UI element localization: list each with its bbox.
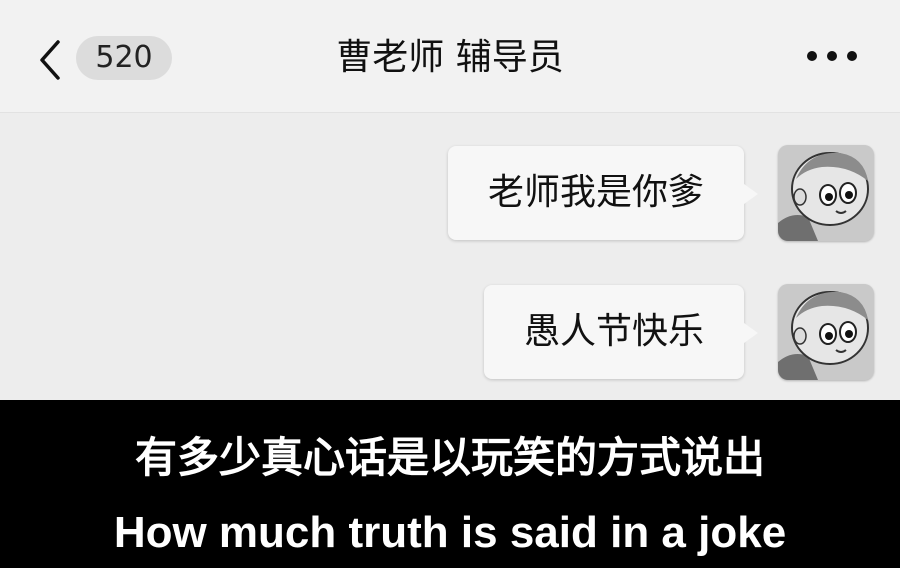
avatar[interactable] [778,145,874,241]
ellipsis-icon [807,51,857,61]
cartoon-boy-avatar-icon [778,145,874,241]
cartoon-boy-avatar-icon [778,284,874,380]
caption-chinese: 有多少真心话是以玩笑的方式说出 [134,433,765,482]
message-bubble[interactable]: 愚人节快乐 [483,285,759,379]
chat-header: 520 曹老师 辅导员 [0,0,900,113]
chat-title: 曹老师 辅导员 [336,37,564,78]
message-row: 愚人节快乐 [483,284,874,380]
message-bubble[interactable]: 老师我是你爹 [447,146,759,240]
more-options-button[interactable] [804,44,860,68]
caption-english: How much truth is said in a joke [113,508,787,557]
subtitle-caption: 有多少真心话是以玩笑的方式说出 How much truth is said i… [0,400,900,568]
message-list[interactable]: 老师我是你爹 愚人节快乐 [0,113,900,400]
message-row: 老师我是你爹 [447,145,874,241]
avatar[interactable] [778,284,874,380]
